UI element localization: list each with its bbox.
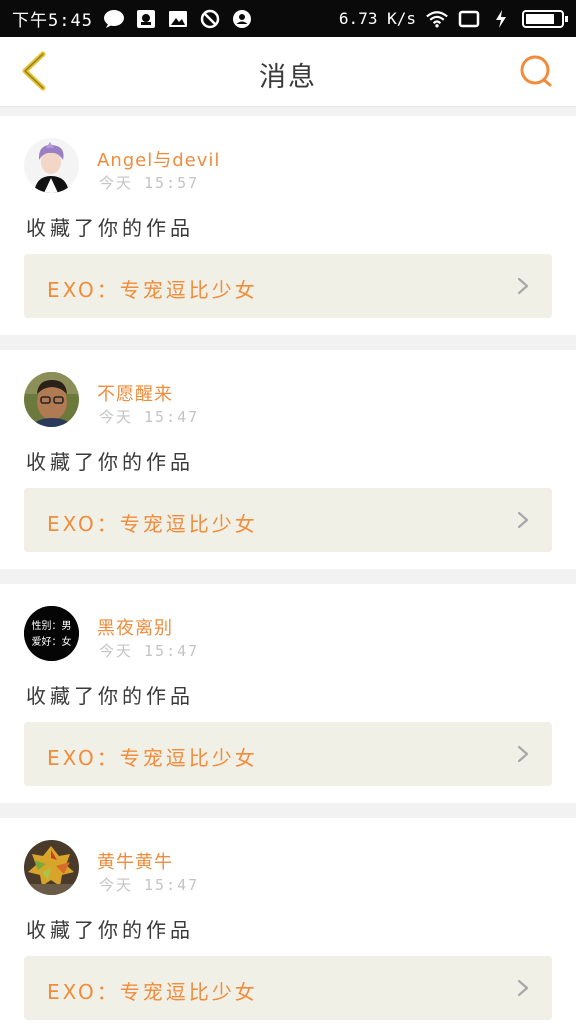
action-text: 收藏了你的作品: [26, 450, 194, 474]
username[interactable]: 黑夜离别: [97, 614, 173, 640]
app-header: 消息: [0, 37, 576, 107]
message-card[interactable]: 黄牛黄牛 今天 15:47 收藏了你的作品 EXO：专宠逗比少女: [0, 818, 576, 1024]
username[interactable]: 不愿醒来: [97, 380, 173, 406]
action-text: 收藏了你的作品: [26, 684, 194, 708]
work-link[interactable]: EXO：专宠逗比少女: [24, 254, 552, 318]
avatar-text-line: 性别：男: [32, 619, 72, 632]
message-card[interactable]: Angel与devil 今天 15:57 收藏了你的作品 EXO：专宠逗比少女: [0, 116, 576, 335]
avatar-text-line: 爱好：女: [32, 635, 72, 648]
block-icon: [199, 9, 221, 29]
chevron-right-icon: [517, 511, 529, 529]
image-icon: [167, 9, 189, 29]
status-bar: 下午5:45 6.73 K/s: [0, 0, 576, 37]
network-speed: 6.73 K/s: [338, 9, 416, 28]
work-title: EXO：专宠逗比少女: [47, 746, 258, 770]
avatar[interactable]: [24, 138, 79, 193]
chevron-right-icon: [517, 277, 529, 295]
work-link[interactable]: EXO：专宠逗比少女: [24, 488, 552, 552]
search-button[interactable]: [518, 53, 556, 91]
message-card[interactable]: 性别：男 爱好：女 黑夜离别 今天 15:47 收藏了你的作品 EXO：专宠逗比…: [0, 584, 576, 803]
page-title: 消息: [259, 62, 317, 93]
message-card[interactable]: 不愿醒来 今天 15:47 收藏了你的作品 EXO：专宠逗比少女: [0, 350, 576, 569]
timestamp: 今天 15:47: [99, 408, 200, 426]
chat-bubble-icon: [103, 9, 125, 29]
work-link[interactable]: EXO：专宠逗比少女: [24, 956, 552, 1020]
avatar[interactable]: [24, 840, 79, 895]
timestamp: 今天 15:47: [99, 642, 200, 660]
chevron-right-icon: [517, 745, 529, 763]
avatar[interactable]: [24, 372, 79, 427]
account-icon: [231, 9, 253, 29]
avatar[interactable]: 性别：男 爱好：女: [24, 606, 79, 661]
username[interactable]: 黄牛黄牛: [97, 848, 173, 874]
charging-icon: [490, 9, 512, 29]
action-text: 收藏了你的作品: [26, 918, 194, 942]
work-title: EXO：专宠逗比少女: [47, 980, 258, 1004]
work-link[interactable]: EXO：专宠逗比少女: [24, 722, 552, 786]
timestamp: 今天 15:47: [99, 876, 200, 894]
username[interactable]: Angel与devil: [97, 146, 220, 172]
wifi-icon: [426, 9, 448, 29]
timestamp: 今天 15:57: [99, 174, 200, 192]
chevron-right-icon: [517, 979, 529, 997]
notification-icon: [135, 9, 157, 29]
battery-icon: [522, 9, 568, 28]
screen-icon: [458, 9, 480, 29]
work-title: EXO：专宠逗比少女: [47, 278, 258, 302]
search-icon: [520, 55, 552, 87]
message-list: Angel与devil 今天 15:57 收藏了你的作品 EXO：专宠逗比少女 …: [0, 108, 576, 1024]
action-text: 收藏了你的作品: [26, 216, 194, 240]
work-title: EXO：专宠逗比少女: [47, 512, 258, 536]
status-time: 下午5:45: [12, 11, 93, 31]
